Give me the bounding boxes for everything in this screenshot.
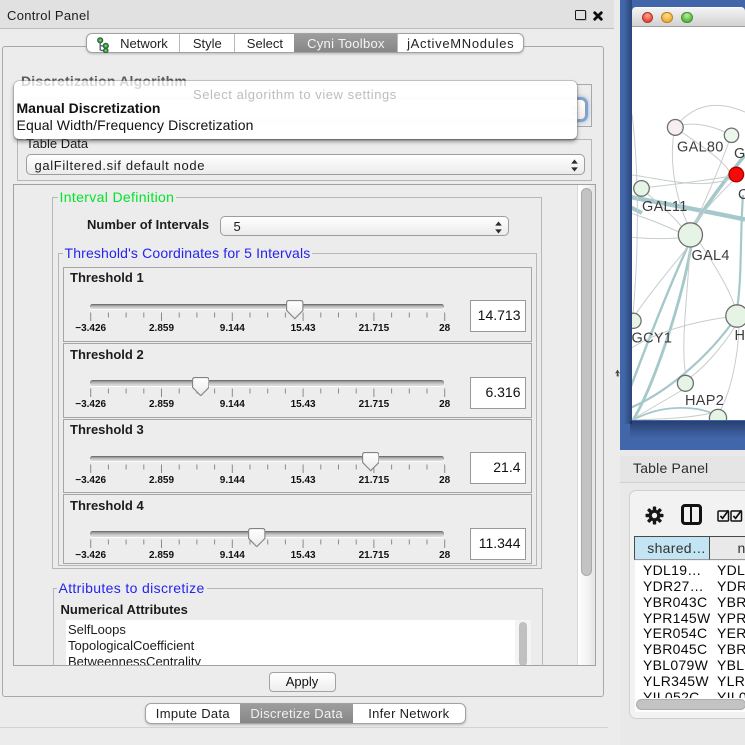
svg-text:H: H xyxy=(735,328,745,344)
svg-text:GAL4: GAL4 xyxy=(692,248,730,264)
svg-text:GAL80: GAL80 xyxy=(677,139,724,155)
svg-text:HAP2: HAP2 xyxy=(685,393,724,409)
svg-text:GAL11: GAL11 xyxy=(642,199,688,215)
svg-text:GCY1: GCY1 xyxy=(632,330,672,346)
svg-text:GA: GA xyxy=(734,146,745,162)
svg-text:C: C xyxy=(738,187,745,203)
